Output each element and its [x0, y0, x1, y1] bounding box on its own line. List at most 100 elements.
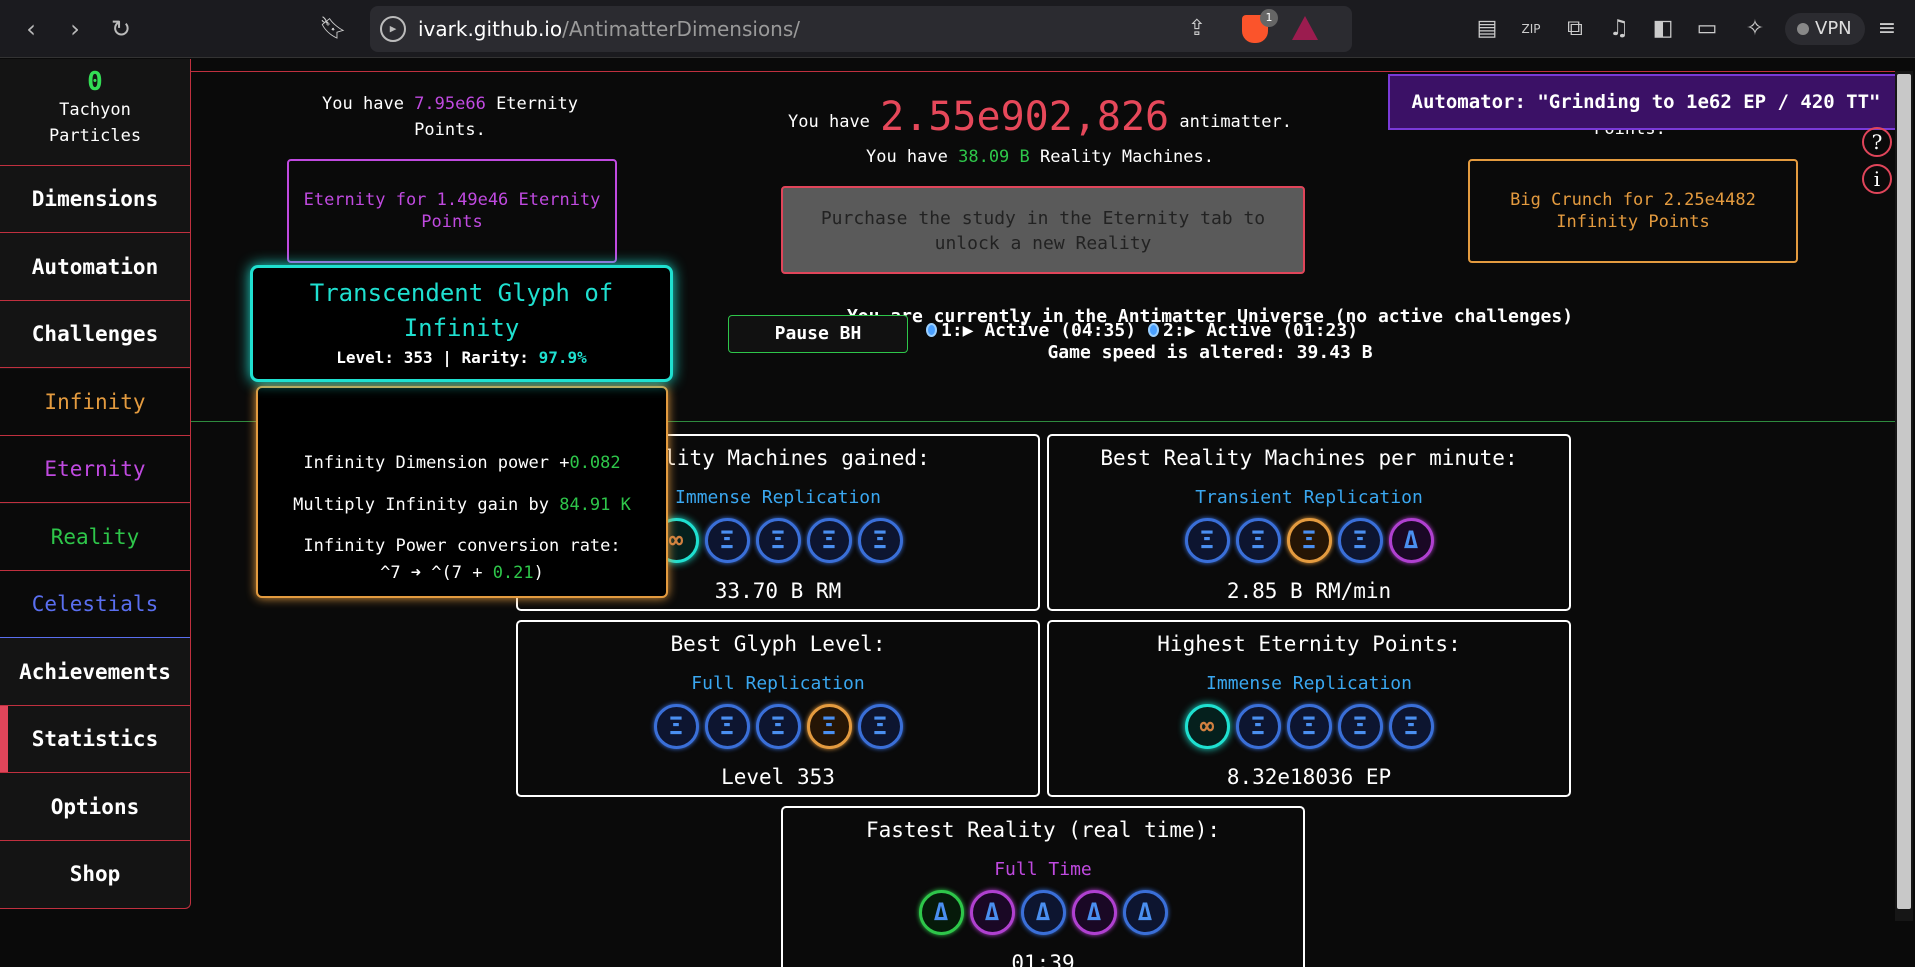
time-glyph-icon[interactable]: Δ	[1020, 890, 1066, 935]
replication-glyph-icon[interactable]: Ξ	[1337, 518, 1383, 563]
url-text: ivark.github.io/AntimatterDimensions/	[418, 17, 801, 41]
extension-icon[interactable]: ▤	[1470, 12, 1504, 46]
forward-icon[interactable]: ›	[58, 12, 92, 46]
card-subtitle: Full Replication	[691, 673, 865, 694]
record-card-fastest-reality: Fastest Reality (real time): Full Time Δ…	[781, 806, 1305, 967]
replication-glyph-icon[interactable]: Ξ	[704, 518, 750, 563]
tooltip-effect-1: Infinity Dimension power +0.082	[303, 453, 621, 473]
glyph-set: Δ Δ Δ Δ Δ	[783, 890, 1303, 935]
card-title: Highest Eternity Points:	[1157, 632, 1461, 656]
sidebar-icon[interactable]: ◧	[1646, 12, 1680, 46]
game-area: You have 7.95e66 Eternity Points. Eterni…	[0, 59, 1915, 967]
reality-button[interactable]: Purchase the study in the Eternity tab t…	[781, 186, 1305, 274]
automator-status[interactable]: Automator: "Grinding to 1e62 EP / 420 TT…	[1388, 74, 1904, 130]
sidebar-item-infinity[interactable]: Infinity	[0, 369, 190, 436]
leo-icon[interactable]: ✧	[1738, 12, 1772, 46]
replication-glyph-icon[interactable]: Ξ	[1388, 704, 1434, 749]
eternity-button[interactable]: Eternity for 1.49e46 Eternity Points	[287, 159, 617, 263]
time-glyph-icon[interactable]: Δ	[1122, 890, 1168, 935]
browser-toolbar: ‹ › ↻ 🔖︎ ▶ ivark.github.io/AntimatterDim…	[0, 0, 1915, 58]
menu-icon[interactable]: ≡	[1870, 12, 1904, 46]
replication-glyph-icon[interactable]: Ξ	[1286, 518, 1332, 563]
sidebar-item-dimensions[interactable]: Dimensions	[0, 166, 190, 233]
glyph-set: Ξ Ξ Ξ Ξ Ξ	[518, 704, 1038, 749]
replication-glyph-icon[interactable]: Ξ	[1235, 704, 1281, 749]
sidebar-item-celestials[interactable]: Celestials	[0, 571, 190, 638]
card-value: 8.32e18036 EP	[1226, 765, 1392, 789]
card-subtitle: Immense Replication	[1206, 673, 1412, 694]
zip-icon[interactable]: ZIP	[1514, 12, 1548, 46]
card-value: Level 353	[721, 765, 835, 789]
tachyon-particles: 0 Tachyon Particles	[0, 59, 190, 166]
record-card-highest-ep: Highest Eternity Points: Immense Replica…	[1047, 620, 1571, 797]
card-value: 2.85 B RM/min	[1226, 579, 1392, 603]
back-icon[interactable]: ‹	[14, 12, 48, 46]
site-info-icon[interactable]: ▶	[380, 16, 406, 42]
card-subtitle: Transient Replication	[1195, 487, 1423, 508]
eternity-points-text: You have 7.95e66 Eternity Points.	[322, 94, 578, 140]
infinity-glyph-icon[interactable]: ∞	[1184, 704, 1230, 749]
replication-glyph-icon[interactable]: Ξ	[1184, 518, 1230, 563]
glyph-set: ∞ Ξ Ξ Ξ Ξ	[1049, 704, 1569, 749]
black-hole-icon	[926, 323, 937, 337]
scrollbar-thumb[interactable]	[1897, 74, 1911, 909]
replication-glyph-icon[interactable]: Ξ	[755, 518, 801, 563]
wallet-icon[interactable]: ▭	[1690, 12, 1724, 46]
time-glyph-icon[interactable]: Δ	[969, 890, 1015, 935]
tachyon-count: 0	[87, 67, 103, 97]
card-title: Best Reality Machines per minute:	[1100, 446, 1518, 470]
black-hole-2-status: 2:▶ Active (01:23)	[1148, 320, 1358, 341]
info-icon[interactable]: i	[1862, 164, 1892, 194]
card-value: 01:39	[1011, 951, 1075, 967]
time-glyph-icon[interactable]: Δ	[1071, 890, 1117, 935]
reality-machines-text: You have 38.09 B Reality Machines.	[865, 147, 1214, 167]
glyph-set: Ξ Ξ Ξ Ξ Δ	[1049, 518, 1569, 563]
music-icon[interactable]: ♫	[1602, 12, 1636, 46]
replication-glyph-icon[interactable]: Ξ	[1235, 518, 1281, 563]
replication-glyph-icon[interactable]: Ξ	[1337, 704, 1383, 749]
address-bar[interactable]: ▶ ivark.github.io/AntimatterDimensions/ …	[370, 6, 1352, 52]
tooltip-effect-3: Infinity Power conversion rate:	[303, 536, 621, 556]
tachyon-label: Particles	[48, 126, 142, 146]
sidebar-item-statistics[interactable]: Statistics	[0, 706, 190, 773]
sidebar-item-challenges[interactable]: Challenges	[0, 301, 190, 368]
glyph-tooltip-header: Transcendent Glyph of Infinity Level: 35…	[250, 265, 673, 382]
replication-glyph-icon[interactable]: Ξ	[653, 704, 699, 749]
share-icon[interactable]: ⇪	[1180, 12, 1214, 46]
sidebar-item-automation[interactable]: Automation	[0, 234, 190, 301]
replication-glyph-icon[interactable]: Ξ	[704, 704, 750, 749]
puzzle-icon[interactable]: ⧉	[1558, 12, 1592, 46]
replication-glyph-icon[interactable]: Ξ	[806, 704, 852, 749]
replication-glyph-icon[interactable]: Ξ	[857, 704, 903, 749]
card-title: Fastest Reality (real time):	[865, 818, 1220, 842]
help-icon[interactable]: ?	[1862, 127, 1892, 157]
reload-icon[interactable]: ↻	[104, 12, 138, 46]
time-glyph-icon[interactable]: Δ	[918, 890, 964, 935]
replication-glyph-icon[interactable]: Ξ	[857, 518, 903, 563]
sidebar-item-eternity[interactable]: Eternity	[0, 436, 190, 503]
bookmark-icon[interactable]: 🔖︎	[316, 12, 350, 46]
replication-glyph-icon[interactable]: Ξ	[755, 704, 801, 749]
big-crunch-button[interactable]: Big Crunch for 2.25e4482 Infinity Points	[1468, 159, 1798, 263]
record-card-best-glyph-level: Best Glyph Level: Full Replication Ξ Ξ Ξ…	[516, 620, 1040, 797]
sidebar: 0 Tachyon Particles Dimensions Automatio…	[0, 59, 191, 909]
antimatter-text: You have 2.55e902,826 antimatter.	[788, 94, 1292, 140]
sidebar-item-reality[interactable]: Reality	[0, 504, 190, 571]
record-card-rm-per-minute: Best Reality Machines per minute: Transi…	[1047, 434, 1571, 611]
tooltip-effect-3-value: ^7 ➜ ^(7 + 0.21)	[380, 563, 544, 583]
sidebar-item-achievements[interactable]: Achievements	[0, 639, 190, 706]
tooltip-title: Transcendent Glyph of Infinity	[309, 279, 614, 342]
glyph-tooltip-body: Infinity Dimension power +0.082 Multiply…	[256, 386, 668, 598]
replication-glyph-icon[interactable]: Ξ	[806, 518, 852, 563]
card-title: Best Glyph Level:	[670, 632, 886, 656]
sidebar-item-shop[interactable]: Shop	[0, 841, 190, 908]
sidebar-item-options[interactable]: Options	[0, 774, 190, 841]
header-divider	[190, 71, 1895, 72]
time-glyph-icon[interactable]: Δ	[1388, 518, 1434, 563]
tooltip-effect-2: Multiply Infinity gain by 84.91 K	[293, 495, 631, 515]
pause-bh-button[interactable]: Pause BH	[728, 315, 908, 353]
replication-glyph-icon[interactable]: Ξ	[1286, 704, 1332, 749]
vpn-button[interactable]: VPN	[1785, 13, 1865, 45]
tachyon-label: Tachyon	[59, 100, 131, 120]
brave-rewards-icon[interactable]	[1292, 16, 1318, 40]
